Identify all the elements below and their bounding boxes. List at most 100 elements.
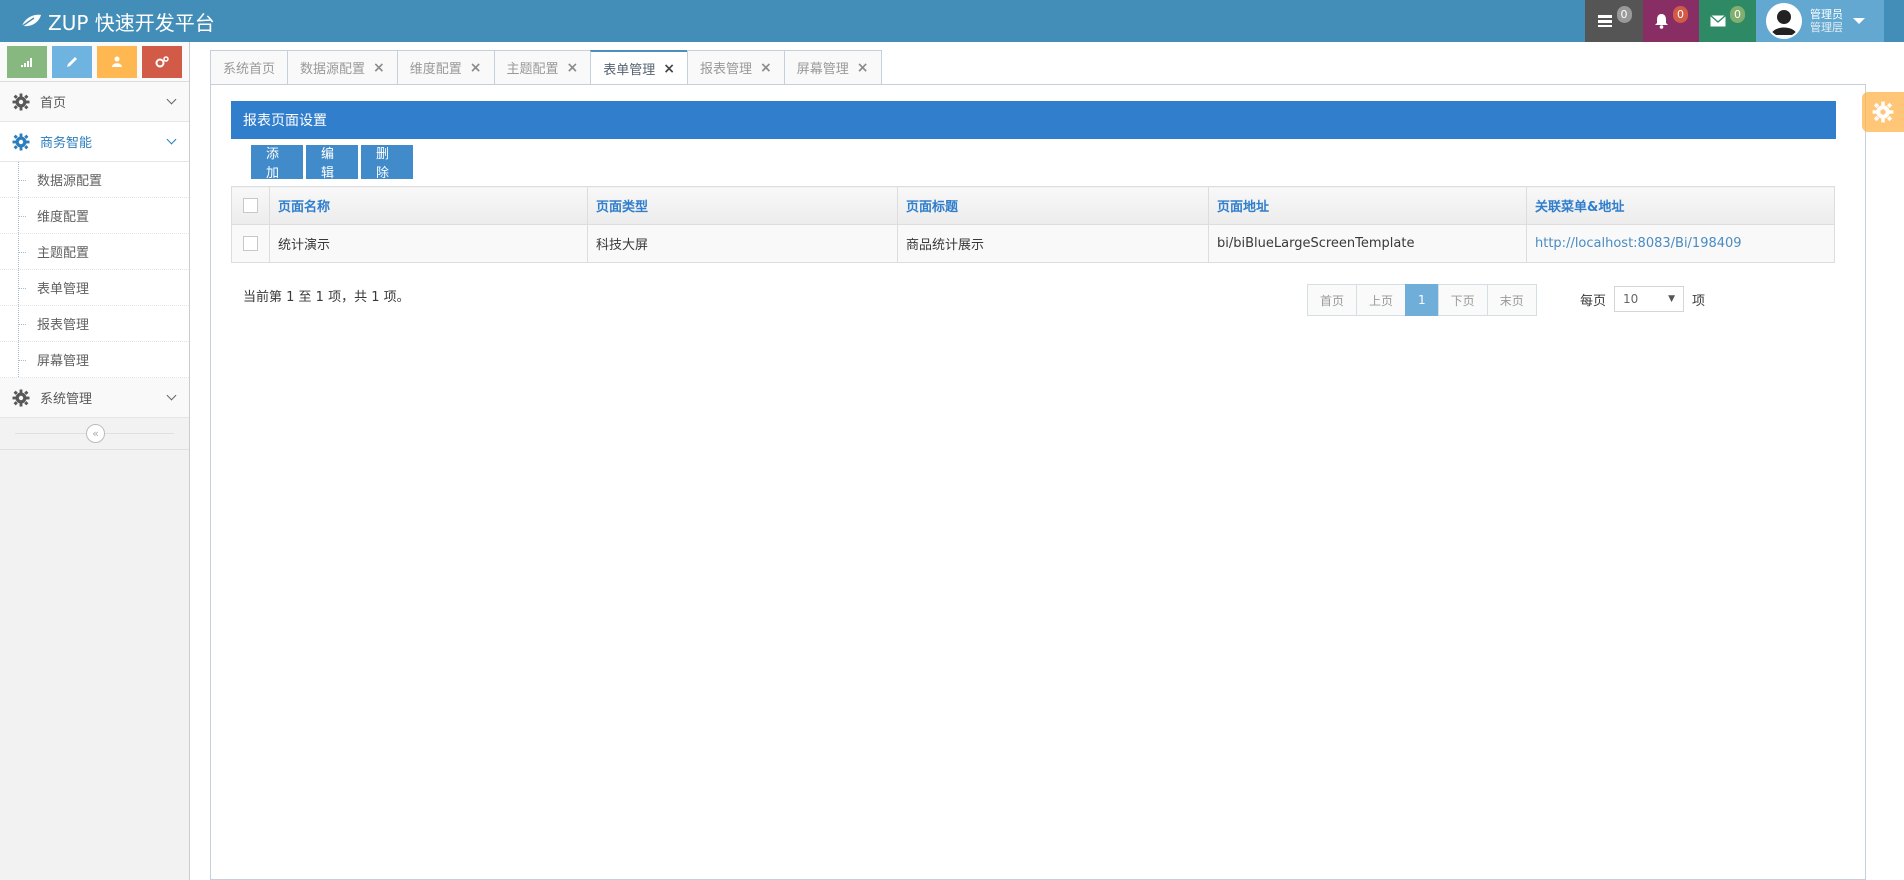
cell-page-type: 科技大屏 — [587, 224, 898, 263]
pencil-shortcut-button[interactable] — [52, 46, 92, 78]
tab-screen-management[interactable]: 屏幕管理 × — [783, 50, 882, 84]
chevron-down-icon — [166, 390, 177, 401]
caret-down-icon — [1853, 18, 1865, 24]
envelope-icon — [1710, 15, 1726, 27]
tab-label: 主题配置 — [506, 62, 559, 77]
pagination: 首页 上页 1 下页 末页 — [1307, 284, 1537, 316]
per-page-control: 每页 10 ▼ 项 — [1580, 286, 1705, 312]
pencil-icon — [67, 57, 77, 67]
report-pages-table: 页面名称 页面类型 页面标题 页面地址 关联菜单&地址 统计演示 科技大屏 商品… — [231, 186, 1835, 263]
close-icon[interactable]: × — [373, 60, 385, 76]
menu-business-intelligence[interactable]: 商务智能 — [0, 122, 189, 162]
edit-button[interactable]: 编辑 — [306, 145, 358, 181]
column-header-page-name[interactable]: 页面名称 — [269, 186, 588, 225]
cell-page-url: bi/biBlueLargeScreenTemplate — [1208, 224, 1527, 263]
select-all-checkbox[interactable] — [243, 198, 258, 213]
table-row[interactable]: 统计演示 科技大屏 商品统计展示 bi/biBlueLargeScreenTem… — [231, 224, 1835, 263]
select-all-cell — [231, 186, 270, 225]
users-icon — [112, 56, 122, 67]
user-info: 管理员 管理层 — [1810, 8, 1843, 34]
leaf-icon — [20, 14, 41, 28]
menu-home[interactable]: 首页 — [0, 82, 189, 122]
tab-form-management[interactable]: 表单管理 × — [590, 50, 689, 85]
row-select-cell — [231, 224, 270, 263]
signal-shortcut-button[interactable] — [7, 46, 47, 78]
add-button[interactable]: 添加 — [251, 145, 303, 181]
close-icon[interactable]: × — [567, 60, 579, 76]
column-header-menu-url[interactable]: 关联菜单&地址 — [1526, 186, 1835, 225]
cell-page-name: 统计演示 — [269, 224, 588, 263]
tab-label: 屏幕管理 — [796, 62, 849, 77]
tasks-button[interactable]: 0 — [1585, 0, 1643, 42]
tab-datasource[interactable]: 数据源配置 × — [287, 50, 398, 84]
toolbar: 添加 编辑 删除 — [251, 145, 413, 181]
current-page-button[interactable]: 1 — [1405, 284, 1439, 316]
user-name: 管理员 — [1810, 8, 1843, 21]
per-page-select[interactable]: 10 ▼ — [1614, 286, 1685, 312]
user-role: 管理层 — [1810, 21, 1843, 34]
panel-title: 报表页面设置 — [231, 101, 1836, 139]
per-page-suffix: 项 — [1692, 293, 1706, 309]
collapse-sidebar-button[interactable]: « — [86, 424, 105, 443]
tasks-badge: 0 — [1616, 5, 1632, 23]
close-icon[interactable]: × — [470, 60, 482, 76]
sidebar-item-form[interactable]: 表单管理 — [0, 270, 189, 306]
tab-system-home[interactable]: 系统首页 — [210, 50, 289, 84]
sidebar-collapse: « — [0, 418, 189, 450]
sidebar-item-dimension[interactable]: 维度配置 — [0, 198, 189, 234]
user-menu[interactable]: 管理员 管理层 — [1756, 0, 1884, 42]
chevron-down-icon — [166, 134, 177, 145]
notifications-button[interactable]: 0 — [1643, 0, 1699, 42]
sidebar: 首页 商务智能 数据源配置 维度配置 主题配置 表单管理 报表管理 屏幕管理 系… — [0, 42, 190, 880]
bi-submenu: 数据源配置 维度配置 主题配置 表单管理 报表管理 屏幕管理 — [0, 162, 189, 378]
menu-bi-label: 商务智能 — [40, 136, 93, 151]
last-page-button[interactable]: 末页 — [1486, 284, 1537, 316]
brand[interactable]: ZUP 快速开发平台 — [20, 0, 215, 42]
sidebar-item-theme[interactable]: 主题配置 — [0, 234, 189, 270]
menu-system-label: 系统管理 — [40, 392, 93, 407]
tab-label: 维度配置 — [409, 62, 462, 77]
gear-icon — [1872, 101, 1894, 123]
tab-theme[interactable]: 主题配置 × — [493, 50, 592, 84]
delete-button[interactable]: 删除 — [361, 145, 413, 181]
next-page-button[interactable]: 下页 — [1437, 284, 1488, 316]
brand-title: ZUP 快速开发平台 — [48, 10, 215, 35]
messages-badge: 0 — [1730, 5, 1745, 23]
per-page-label: 每页 — [1580, 293, 1607, 309]
per-page-value: 10 — [1623, 292, 1639, 306]
sidebar-item-screen[interactable]: 屏幕管理 — [0, 342, 189, 378]
first-page-button[interactable]: 首页 — [1307, 284, 1358, 316]
tasks-icon — [1597, 15, 1612, 27]
table-header-row: 页面名称 页面类型 页面标题 页面地址 关联菜单&地址 — [231, 186, 1835, 225]
messages-button[interactable]: 0 — [1699, 0, 1756, 42]
tab-bar: 系统首页 数据源配置 × 维度配置 × 主题配置 × 表单管理 × 报表管理 × 屏幕管理… — [210, 50, 882, 85]
gear-icon — [12, 93, 30, 110]
sidebar-item-datasource[interactable]: 数据源配置 — [0, 162, 189, 198]
settings-button[interactable] — [1862, 92, 1904, 132]
user-icon — [1768, 5, 1800, 37]
menu-system[interactable]: 系统管理 — [0, 378, 189, 418]
tab-dimension[interactable]: 维度配置 × — [396, 50, 495, 84]
cogs-icon — [155, 56, 169, 68]
sidebar-item-report[interactable]: 报表管理 — [0, 306, 189, 342]
prev-page-button[interactable]: 上页 — [1356, 284, 1407, 316]
gear-icon — [12, 133, 30, 150]
top-navbar: ZUP 快速开发平台 0 0 0 管理员 管理层 — [0, 0, 1904, 42]
tab-label: 报表管理 — [700, 62, 753, 77]
pagination-info: 当前第 1 至 1 项，共 1 项。 — [243, 290, 410, 305]
tab-label: 数据源配置 — [300, 62, 366, 77]
row-checkbox[interactable] — [243, 236, 258, 251]
tab-label: 表单管理 — [603, 63, 656, 78]
column-header-page-url[interactable]: 页面地址 — [1208, 186, 1527, 225]
tab-label: 系统首页 — [223, 62, 276, 77]
users-shortcut-button[interactable] — [97, 46, 137, 78]
close-icon[interactable]: × — [760, 60, 772, 76]
tab-report-management[interactable]: 报表管理 × — [687, 50, 785, 84]
close-icon[interactable]: × — [857, 60, 869, 76]
dropdown-arrow-icon: ▼ — [1668, 294, 1676, 304]
column-header-page-title[interactable]: 页面标题 — [897, 186, 1209, 225]
close-icon[interactable]: × — [663, 61, 675, 77]
cogs-shortcut-button[interactable] — [142, 46, 182, 78]
column-header-page-type[interactable]: 页面类型 — [587, 186, 898, 225]
cell-menu-url-link[interactable]: http://localhost:8083/Bi/198409 — [1526, 224, 1835, 263]
